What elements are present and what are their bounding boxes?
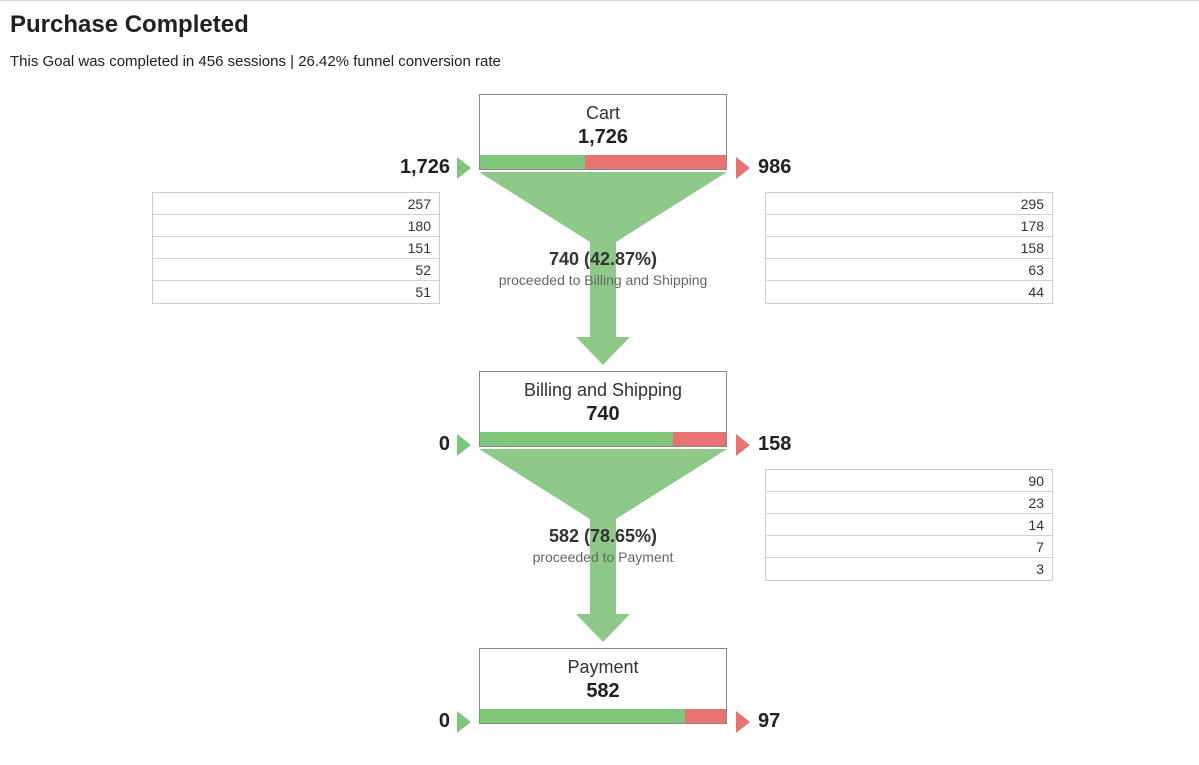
row-value: 90 — [984, 470, 1044, 491]
stage-out-count: 97 — [758, 710, 838, 733]
dropoff-breakdown-table[interactable]: 295 178 158 63 44 — [765, 192, 1053, 304]
stage-value: 1,726 — [480, 126, 726, 149]
play-icon-in — [457, 711, 471, 733]
row-value: 14 — [984, 514, 1044, 535]
row-value: 44 — [984, 281, 1044, 303]
stage-out-count: 986 — [758, 156, 838, 179]
proceed-count: 740 (42.87%) — [463, 249, 743, 270]
stage-bar — [480, 155, 726, 169]
row-value: 23 — [984, 492, 1044, 513]
play-icon-out — [736, 157, 750, 179]
row-value: 7 — [984, 536, 1044, 557]
arrow-tail-icon — [590, 282, 616, 337]
proceed-label: 582 (78.65%) proceeded to Payment — [463, 526, 743, 565]
bar-dropoff — [673, 432, 726, 446]
row-value: 51 — [371, 281, 431, 303]
stage-bar — [480, 432, 726, 446]
table-row[interactable]: 158 — [766, 237, 1052, 259]
table-row[interactable]: 7 — [766, 536, 1052, 558]
stage-name: Billing and Shipping — [480, 380, 726, 401]
row-value: 151 — [371, 237, 431, 258]
row-value: 295 — [984, 193, 1044, 214]
proceed-desc: proceeded to Payment — [463, 549, 743, 565]
bar-proceed — [480, 155, 585, 169]
table-row[interactable]: 23 — [766, 492, 1052, 514]
table-row[interactable]: 257 — [153, 193, 439, 215]
row-value: 52 — [371, 259, 431, 280]
row-value: 158 — [984, 237, 1044, 258]
row-value: 180 — [371, 215, 431, 236]
page-subtitle: This Goal was completed in 456 sessions … — [10, 53, 1189, 70]
play-icon-out — [736, 711, 750, 733]
play-icon-in — [457, 157, 471, 179]
arrow-head-icon — [576, 337, 630, 365]
stage-out-count: 158 — [758, 433, 838, 456]
stage-value: 582 — [480, 680, 726, 703]
bar-proceed — [480, 709, 685, 723]
table-row[interactable]: 44 — [766, 281, 1052, 303]
funnel-stage-cart[interactable]: Cart 1,726 — [479, 94, 727, 170]
stage-in-count: 1,726 — [370, 156, 450, 179]
table-row[interactable]: 90 — [766, 470, 1052, 492]
table-row[interactable]: 52 — [153, 259, 439, 281]
funnel-stage-payment[interactable]: Payment 582 — [479, 648, 727, 724]
funnel-canvas: Cart 1,726 1,726 986 257 180 151 52 51 2… — [0, 94, 1199, 764]
row-value: 63 — [984, 259, 1044, 280]
play-icon-in — [457, 434, 471, 456]
arrow-head-icon — [576, 614, 630, 642]
table-row[interactable]: 14 — [766, 514, 1052, 536]
arrow-tail-icon — [590, 559, 616, 614]
proceed-label: 740 (42.87%) proceeded to Billing and Sh… — [463, 249, 743, 288]
table-row[interactable]: 295 — [766, 193, 1052, 215]
stage-in-count: 0 — [370, 710, 450, 733]
stage-value: 740 — [480, 403, 726, 426]
dropoff-breakdown-table[interactable]: 90 23 14 7 3 — [765, 469, 1053, 581]
bar-proceed — [480, 432, 673, 446]
bar-dropoff — [685, 709, 726, 723]
table-row[interactable]: 63 — [766, 259, 1052, 281]
stage-in-count: 0 — [370, 433, 450, 456]
bar-dropoff — [585, 155, 726, 169]
row-value: 257 — [371, 193, 431, 214]
play-icon-out — [736, 434, 750, 456]
row-value: 178 — [984, 215, 1044, 236]
incoming-breakdown-table[interactable]: 257 180 151 52 51 — [152, 192, 440, 304]
funnel-stage-billing[interactable]: Billing and Shipping 740 — [479, 371, 727, 447]
proceed-count: 582 (78.65%) — [463, 526, 743, 547]
page-title: Purchase Completed — [10, 11, 1189, 39]
stage-name: Cart — [480, 103, 726, 124]
proceed-desc: proceeded to Billing and Shipping — [463, 272, 743, 288]
stage-name: Payment — [480, 657, 726, 678]
table-row[interactable]: 180 — [153, 215, 439, 237]
row-value: 3 — [984, 558, 1044, 580]
table-row[interactable]: 151 — [153, 237, 439, 259]
table-row[interactable]: 178 — [766, 215, 1052, 237]
table-row[interactable]: 3 — [766, 558, 1052, 580]
table-row[interactable]: 51 — [153, 281, 439, 303]
stage-bar — [480, 709, 726, 723]
